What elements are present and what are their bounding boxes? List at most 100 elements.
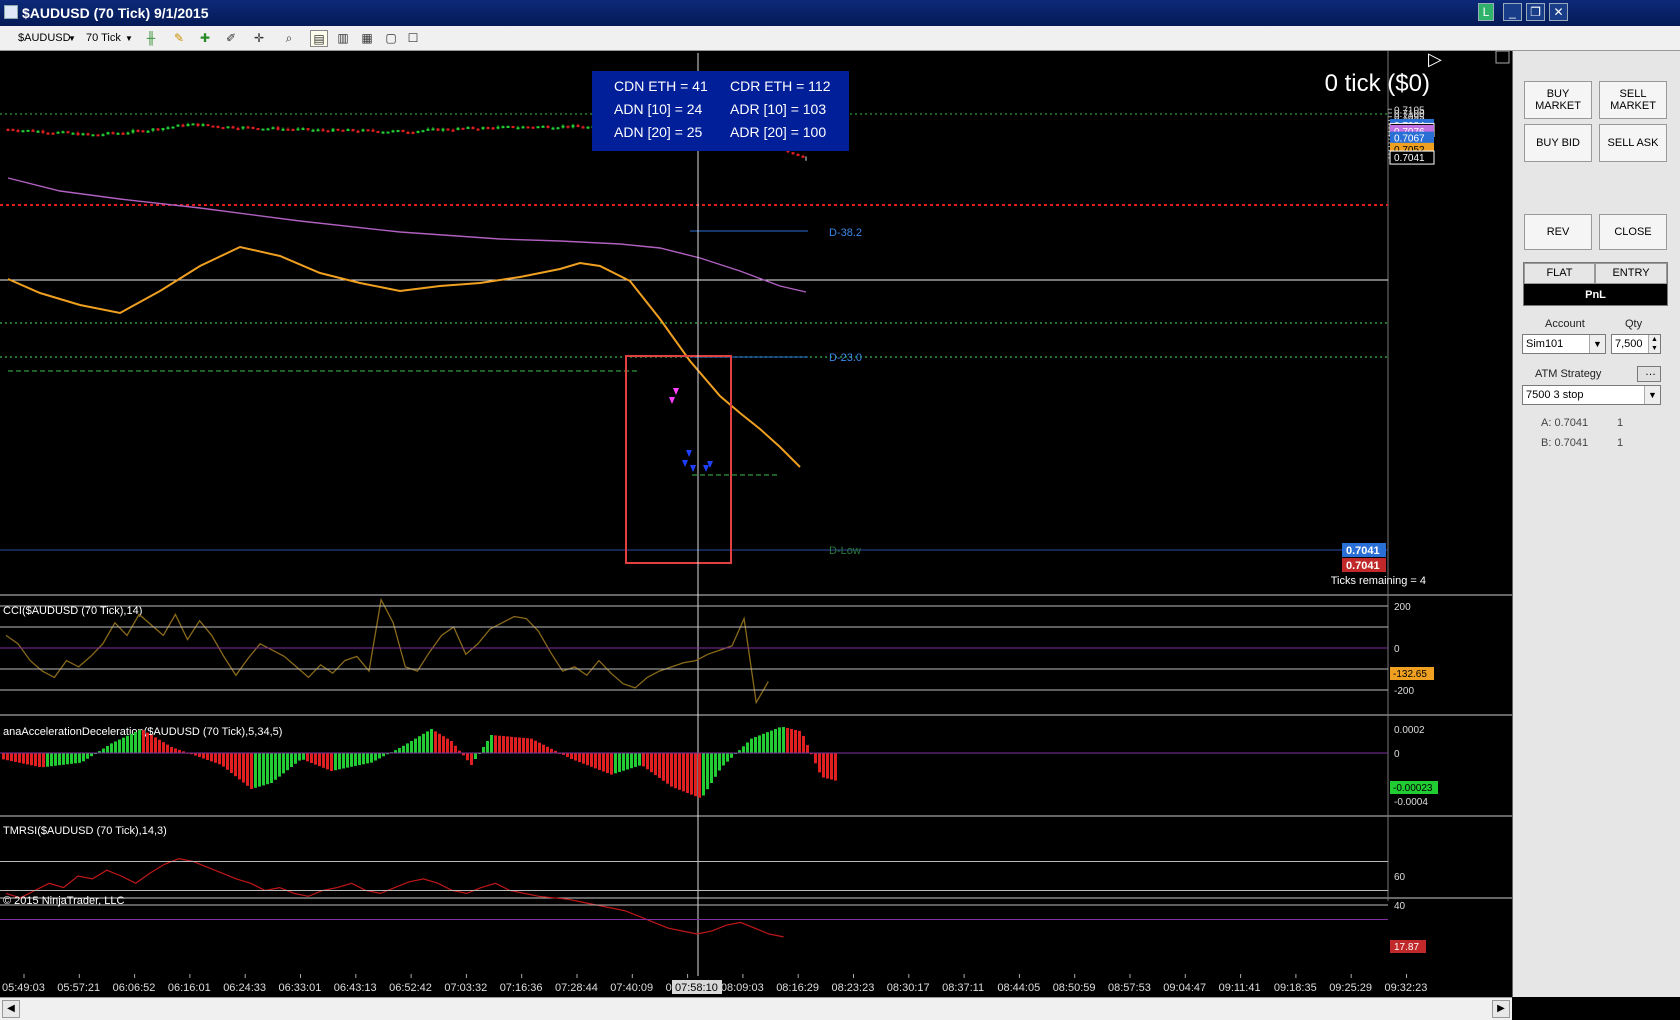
accel-bar (518, 737, 521, 753)
accel-bar (426, 731, 429, 753)
pnl-label: PnL (1585, 289, 1606, 301)
time-label: 09:04:47 (1163, 982, 1206, 994)
price-bar (356, 130, 360, 133)
properties-icon[interactable]: ☐ (404, 30, 422, 47)
accel-bar (690, 753, 693, 795)
price-bar (546, 125, 550, 128)
panel-toggle-icon[interactable] (1495, 51, 1510, 64)
chevron-down-icon[interactable]: ▼ (125, 30, 133, 47)
data-box-icon[interactable]: ▦ (358, 30, 376, 47)
sell-market-button[interactable]: SELL MARKET (1599, 81, 1667, 119)
scroll-right-icon[interactable]: ▶ (1492, 1000, 1510, 1018)
close-icon[interactable]: ✕ (1549, 3, 1568, 21)
accel-bar (506, 736, 509, 753)
accel-bar (586, 753, 589, 766)
accel-bar (234, 753, 237, 777)
qty-label: Qty (1625, 318, 1643, 330)
price-bar (391, 130, 395, 133)
accel-bar (650, 753, 653, 773)
accel-bar (530, 738, 533, 753)
buy-market-button[interactable]: BUY MARKET (1524, 81, 1592, 119)
price-bar (511, 125, 515, 128)
price-bar (211, 125, 215, 128)
chevron-down-icon[interactable]: ▼ (1589, 335, 1605, 353)
copyright: © 2015 NinjaTrader, LLC (3, 895, 124, 907)
ask-qty: 1 (1617, 417, 1624, 429)
reverse-button[interactable]: REV (1524, 214, 1592, 250)
accel-axis-label: 0 (1394, 749, 1400, 760)
maximize-icon[interactable]: ❐ (1526, 3, 1545, 21)
remove-drawing-icon[interactable]: ✐ (222, 30, 240, 47)
price-bar (331, 128, 335, 132)
chevron-down-icon[interactable]: ▼ (1644, 386, 1660, 404)
accel-bar (86, 753, 89, 759)
price-bar (381, 131, 385, 134)
chart-trader-icon[interactable]: ▤ (310, 30, 328, 47)
accel-bar (318, 753, 321, 767)
accel-bar (38, 753, 41, 767)
price-bar (86, 133, 90, 136)
play-icon[interactable]: ▷ (1428, 51, 1442, 70)
accel-bar (126, 735, 129, 753)
price-tags: 0.70840.70780.70760.70670.70520.7041 (1389, 118, 1435, 165)
price-bar (266, 128, 270, 131)
atm-strategy-select[interactable]: 7500 3 stop ▼ (1522, 385, 1661, 405)
price-bar (346, 129, 350, 132)
price-bar (241, 126, 245, 129)
price-bar (71, 132, 75, 135)
info-box: CDN ETH = 41 CDR ETH = 112 ADN [10] = 24… (592, 71, 849, 151)
accel-bar (238, 753, 241, 780)
zoom-icon[interactable]: ⌕ (280, 30, 298, 47)
price-bar (801, 155, 805, 158)
accel-bar (222, 753, 225, 767)
accel-bar (818, 753, 821, 773)
price-bar (406, 131, 410, 134)
print-icon[interactable]: ▢ (382, 30, 400, 47)
accel-bar (438, 733, 441, 753)
accel-bar (578, 753, 581, 763)
time-label: 05:57:21 (57, 982, 100, 994)
price-bar (96, 134, 100, 137)
crosshair-icon[interactable]: ✛ (250, 30, 268, 47)
accel-bar (702, 753, 705, 796)
close-button[interactable]: CLOSE (1599, 214, 1667, 250)
indicator-panel-icon[interactable]: ▥ (334, 30, 352, 47)
accel-bar (50, 753, 53, 767)
minimize-icon[interactable]: _ (1503, 3, 1522, 21)
atm-settings-button[interactable]: … (1637, 366, 1661, 382)
price-bar (116, 132, 120, 135)
accel-bar (138, 729, 141, 753)
accel-bar (714, 753, 717, 777)
stepper-arrows-icon[interactable]: ▲ ▼ (1648, 335, 1660, 353)
price-bar (296, 128, 300, 131)
time-label: 08:44:05 (997, 982, 1040, 994)
horizontal-scrollbar[interactable]: ◀ ▶ (0, 997, 1512, 1020)
accel-bar (110, 743, 113, 753)
scroll-left-icon[interactable]: ◀ (2, 1000, 20, 1018)
time-label: 06:16:01 (168, 982, 211, 994)
accel-bar (490, 735, 493, 753)
price-chart[interactable]: 0.71050.71000.70950.70900.70850.70800.70… (0, 51, 1512, 997)
accel-bar (290, 753, 293, 767)
chevron-down-icon[interactable]: ▼ (68, 30, 76, 47)
price-bar (396, 130, 400, 133)
link-badge[interactable]: L (1478, 3, 1494, 21)
price-bar (156, 128, 160, 131)
chart-style-icon[interactable]: ╫ (142, 30, 160, 47)
time-label: 08:37:11 (942, 982, 984, 994)
account-select[interactable]: Sim101 ▼ (1522, 334, 1606, 354)
price-bar (166, 127, 170, 130)
price-bar (436, 128, 440, 131)
add-indicator-icon[interactable]: ✚ (196, 30, 214, 47)
buy-bid-button[interactable]: BUY BID (1524, 124, 1592, 162)
drawing-tool-icon[interactable]: ✎ (170, 30, 188, 47)
qty-stepper[interactable]: 7,500 ▲ ▼ (1611, 334, 1661, 354)
accel-bar (346, 753, 349, 768)
instrument-selector[interactable]: $AUDUSD (18, 30, 71, 47)
accel-bar (618, 753, 621, 773)
interval-selector[interactable]: 70 Tick (86, 30, 121, 47)
accel-bar (74, 753, 77, 764)
time-label: 06:43:13 (334, 982, 377, 994)
price-bar (371, 129, 375, 132)
sell-ask-button[interactable]: SELL ASK (1599, 124, 1667, 162)
